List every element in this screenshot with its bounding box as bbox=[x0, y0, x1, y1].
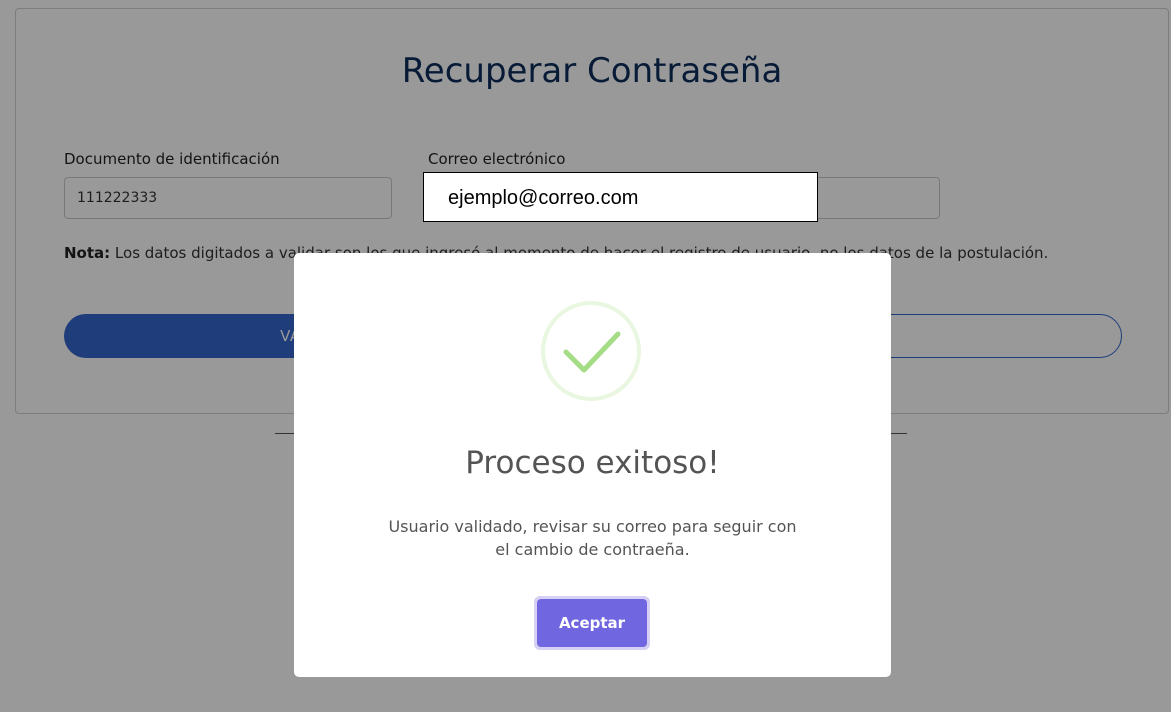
success-check-icon bbox=[541, 301, 641, 401]
email-example-overlay: ejemplo@correo.com bbox=[423, 172, 818, 222]
modal-title: Proceso exitoso! bbox=[465, 445, 720, 481]
accept-button-focus-ring: Aceptar bbox=[534, 596, 650, 650]
success-modal: Proceso exitoso! Usuario validado, revis… bbox=[294, 253, 891, 677]
modal-message-line2: el cambio de contraeña. bbox=[495, 540, 690, 559]
accept-button[interactable]: Aceptar bbox=[537, 599, 647, 647]
modal-message: Usuario validado, revisar su correo para… bbox=[294, 515, 891, 561]
modal-message-line1: Usuario validado, revisar su correo para… bbox=[388, 517, 797, 536]
